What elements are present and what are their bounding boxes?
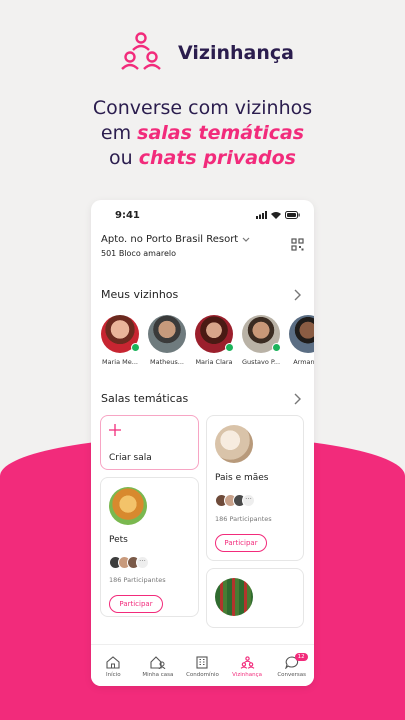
tab-label: Minha casa (142, 671, 174, 678)
create-room-card[interactable]: Criar sala (100, 415, 199, 470)
headline-line-3: ou chats privados (109, 147, 296, 169)
tab-conversations[interactable]: 12 Conversas (270, 652, 314, 678)
plus-icon (109, 424, 121, 436)
online-indicator (272, 343, 281, 352)
chevron-right-icon (294, 393, 301, 404)
avatar (242, 315, 281, 353)
avatar (148, 315, 186, 353)
people-network-icon (121, 32, 161, 70)
room-avatar (109, 487, 147, 525)
home-icon (106, 655, 120, 669)
brand: Vizinhança (118, 30, 294, 76)
clock: 9:41 (115, 209, 140, 221)
neighbors-list: Maria Me... Matheus... Maria Clara Gusta… (91, 301, 314, 366)
rooms-grid: Criar sala Pais e mães ··· 186 Participa… (91, 415, 314, 675)
tab-label: Vizinhança (232, 671, 262, 678)
neighbor-name: Armando (293, 358, 314, 366)
neighbor-item[interactable]: Matheus... (147, 315, 187, 366)
address-title: Apto. no Porto Brasil Resort (101, 234, 239, 245)
room-name: Pets (109, 535, 128, 545)
tab-label: Conversas (277, 671, 307, 678)
tab-neighborhood[interactable]: Vizinhança (225, 655, 269, 678)
chevron-right-icon (294, 289, 301, 300)
rooms-header[interactable]: Salas temáticas (91, 392, 314, 405)
neighbor-name: Maria Clara (195, 358, 233, 366)
headline: Converse com vizinhos em salas temáticas… (0, 96, 405, 171)
address-selector[interactable]: Apto. no Porto Brasil Resort 501 Bloco a… (91, 230, 314, 258)
tab-label: Condomínio (186, 671, 219, 678)
unread-badge: 12 (294, 652, 308, 661)
wifi-icon (271, 212, 281, 219)
bottom-nav: Início Minha casa Condomínio Vizinhança … (91, 644, 314, 686)
people-network-icon (240, 655, 254, 669)
participants-count: 186 Participantes (109, 576, 166, 584)
avatar (289, 315, 314, 353)
qr-code-icon[interactable] (291, 238, 304, 251)
member-avatars: ··· (109, 556, 149, 569)
rooms-title: Salas temáticas (101, 392, 189, 405)
tab-condo[interactable]: Condomínio (180, 655, 224, 678)
signal-icon (256, 211, 267, 219)
neighbor-name: Maria Me... (102, 358, 138, 366)
room-avatar (215, 425, 253, 463)
tab-label: Início (106, 671, 121, 678)
create-room-label: Criar sala (109, 453, 152, 463)
battery-icon (285, 211, 300, 219)
avatar (101, 315, 140, 353)
address-subtitle: 501 Bloco amarelo (101, 249, 177, 258)
headline-line-2: em salas temáticas (100, 122, 305, 144)
building-icon (196, 655, 209, 669)
tab-my-home[interactable]: Minha casa (136, 655, 180, 678)
house-user-icon (150, 655, 166, 669)
status-bar: 9:41 (91, 200, 314, 230)
neighbors-title: Meus vizinhos (101, 288, 179, 301)
neighbor-name: Matheus... (150, 358, 184, 366)
online-indicator (225, 343, 234, 352)
neighbor-name: Gustavo P... (241, 358, 281, 366)
neighbor-item[interactable]: Maria Me... (100, 315, 140, 366)
room-name: Pais e mães (215, 473, 269, 483)
chevron-down-icon (242, 237, 250, 242)
online-indicator (131, 343, 140, 352)
join-button[interactable]: Participar (109, 595, 163, 613)
headline-line-1: Converse com vizinhos (92, 97, 313, 119)
avatar (195, 315, 234, 353)
room-card[interactable] (206, 568, 304, 628)
phone-screen: 9:41 Apto. no Porto Brasil Resort 501 Bl… (91, 200, 314, 686)
neighbor-item[interactable]: Armando (288, 315, 314, 366)
tab-home[interactable]: Início (91, 655, 135, 678)
neighbors-header[interactable]: Meus vizinhos (91, 288, 314, 301)
neighbor-item[interactable]: Gustavo P... (241, 315, 281, 366)
participants-count: 186 Participantes (215, 515, 272, 523)
brand-name: Vizinhança (178, 42, 294, 64)
neighbor-item[interactable]: Maria Clara (194, 315, 234, 366)
join-button[interactable]: Participar (215, 534, 267, 552)
member-avatars: ··· (215, 494, 255, 507)
room-card[interactable]: Pets ··· 186 Participantes Participar (100, 477, 199, 617)
room-avatar (215, 578, 253, 616)
room-card[interactable]: Pais e mães ··· 186 Participantes Partic… (206, 415, 304, 561)
